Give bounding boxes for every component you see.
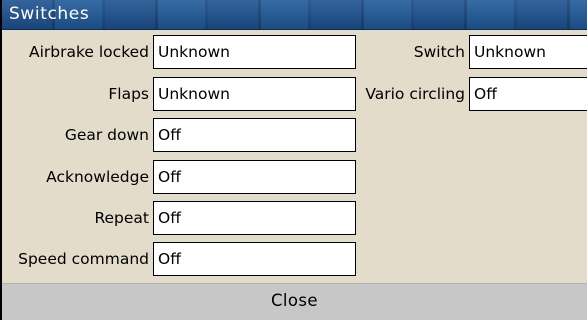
row-acknowledge: Acknowledge Off	[2, 160, 362, 194]
acknowledge-value: Off	[153, 160, 356, 194]
row-switch: Switch Unknown	[358, 35, 587, 69]
airbrake-locked-value: Unknown	[153, 35, 356, 69]
repeat-value: Off	[153, 201, 356, 235]
acknowledge-label: Acknowledge	[46, 168, 149, 186]
row-vario-circling: Vario circling Off	[358, 77, 587, 111]
row-flaps: Flaps Unknown	[2, 77, 362, 111]
repeat-label: Repeat	[94, 209, 149, 227]
airbrake-locked-label: Airbrake locked	[29, 43, 149, 61]
close-button[interactable]: Close	[2, 283, 587, 320]
gear-down-label: Gear down	[64, 126, 149, 144]
speed-command-label: Speed command	[18, 250, 149, 268]
row-speed-command: Speed command Off	[2, 242, 362, 276]
row-repeat: Repeat Off	[2, 201, 362, 235]
switches-dialog: Switches Airbrake locked Unknown Flaps U…	[0, 0, 587, 320]
flaps-value: Unknown	[153, 77, 356, 111]
row-gear-down: Gear down Off	[2, 118, 362, 152]
switch-value: Unknown	[469, 35, 587, 69]
flaps-label: Flaps	[108, 85, 149, 103]
vario-circling-label: Vario circling	[365, 85, 465, 103]
vario-circling-value: Off	[469, 77, 587, 111]
title-bar: Switches	[2, 0, 587, 30]
dialog-title: Switches	[9, 4, 90, 24]
row-airbrake-locked: Airbrake locked Unknown	[2, 35, 362, 69]
switch-label: Switch	[413, 43, 465, 61]
speed-command-value: Off	[153, 242, 356, 276]
gear-down-value: Off	[153, 118, 356, 152]
